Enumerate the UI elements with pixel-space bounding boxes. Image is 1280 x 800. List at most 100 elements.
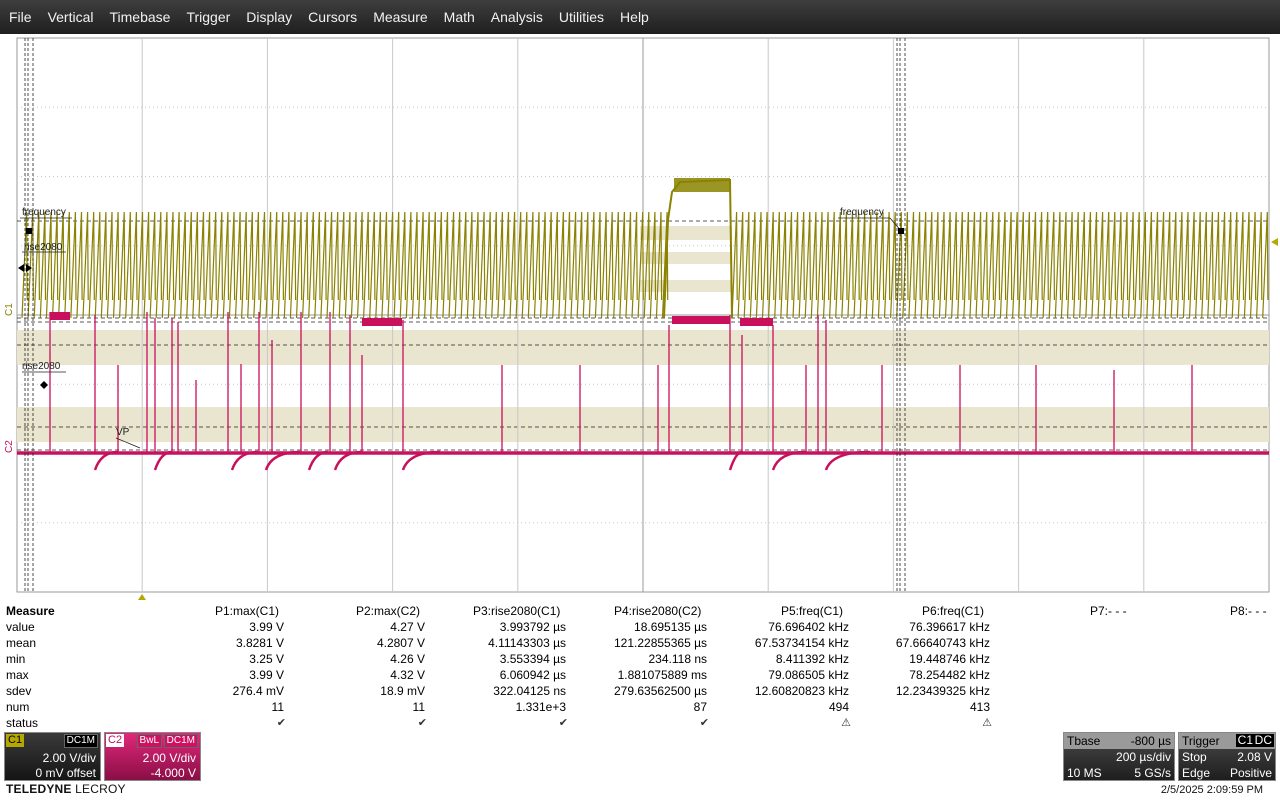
measure-value: 3.8281 V (235, 636, 284, 650)
menu-bar: File Vertical Timebase Trigger Display C… (0, 0, 1280, 34)
measure-value: 12.60820823 kHz (754, 684, 849, 698)
c2-bwl-badge: BwL (136, 734, 162, 748)
tbase-label: Tbase (1067, 734, 1101, 748)
param-header[interactable]: P2:max(C2) (356, 603, 420, 619)
rise-label-left: rise2080 (22, 361, 61, 372)
c2-coupling: DC1M (163, 734, 198, 748)
row-label: max (6, 668, 29, 682)
measure-value: 4.2807 V (376, 636, 425, 650)
row-label: status (6, 716, 39, 730)
measure-value: 234.118 ns (648, 652, 708, 666)
menu-trigger[interactable]: Trigger (178, 0, 238, 34)
measure-value: 1.331e+3 (515, 700, 566, 714)
vp-label: VP (116, 427, 130, 438)
trigger-label: Trigger (1182, 734, 1220, 748)
status-bar: C1 DC1M 2.00 V/div 0 mV offset C2 BwL DC… (0, 731, 1280, 800)
row-label: num (6, 700, 30, 714)
measure-value: 87 (693, 700, 707, 714)
measure-row-min: min 3.25 V 4.26 V 3.553394 µs 234.118 ns 8.41… (0, 651, 1280, 667)
measure-value: 79.086505 kHz (768, 668, 849, 682)
measure-value: 3.553394 µs (499, 652, 566, 666)
param-header[interactable]: P4:rise2080(C2) (614, 603, 701, 619)
trigger-level-icon[interactable] (1271, 238, 1278, 246)
timestamp: 2/5/2025 2:09:59 PM (1160, 784, 1263, 796)
measure-value: 67.66640743 kHz (895, 636, 990, 650)
trigger-type: Edge (1182, 766, 1211, 780)
param-header[interactable]: P5:freq(C1) (781, 603, 843, 619)
measure-row-sdev: sdev 276.4 mV 18.9 mV 322.04125 ns 279.63562… (0, 683, 1280, 699)
measure-value: 1.881075889 ms (617, 668, 707, 682)
row-label: mean (6, 636, 37, 650)
measure-value: 18.9 mV (380, 684, 425, 698)
row-label: min (6, 652, 26, 666)
tbase-rate: 5 GS/s (1134, 766, 1171, 780)
menu-analysis[interactable]: Analysis (483, 0, 551, 34)
trigger-slope: Positive (1229, 766, 1272, 780)
status-icon: ⚠ (841, 717, 851, 729)
measure-value: 4.11143303 µs (488, 636, 566, 650)
measure-header-row: Measure P1:max(C1) P2:max(C2) P3:rise208… (0, 603, 1280, 619)
measure-row-status: status ✔ ✔ ✔ ✔ ⚠ ⚠ (0, 715, 1280, 731)
measure-value: 3.99 V (249, 668, 284, 682)
measure-value: 4.27 V (390, 620, 425, 634)
c1-vdiv: 2.00 V/div (42, 751, 96, 765)
measure-table: Measure P1:max(C1) P2:max(C2) P3:rise208… (0, 603, 1280, 731)
brand-bold: TELEDYNE (6, 782, 72, 796)
tbase-samples: 10 MS (1067, 766, 1102, 780)
measure-row-num: num 11 11 1.331e+3 87 494 413 (0, 699, 1280, 715)
menu-cursors[interactable]: Cursors (300, 0, 365, 34)
c1-marker: C1 (4, 303, 15, 316)
measure-value: 67.53734154 kHz (754, 636, 849, 650)
measure-value: 3.25 V (249, 652, 284, 666)
brand-normal: LECROY (71, 782, 126, 796)
trigger-coupling: DC (1252, 733, 1274, 747)
c1-coupling: DC1M (63, 734, 98, 748)
status-icon: ✔ (558, 717, 568, 729)
menu-utilities[interactable]: Utilities (551, 0, 612, 34)
status-icon: ✔ (417, 717, 427, 729)
param-header[interactable]: P3:rise2080(C1) (473, 603, 560, 619)
freq-label-left: frequency (22, 207, 66, 218)
brand-logo: TELEDYNE LECROY (6, 782, 126, 796)
measure-value: 413 (969, 700, 990, 714)
measure-value: 121.22855365 µs (614, 636, 707, 650)
menu-file[interactable]: File (0, 0, 40, 34)
menu-vertical[interactable]: Vertical (40, 0, 102, 34)
menu-math[interactable]: Math (436, 0, 483, 34)
measure-row-value: value 3.99 V 4.27 V 3.993792 µs 18.695135 µs… (0, 619, 1280, 635)
measure-value: 11 (412, 700, 425, 714)
row-label: value (6, 620, 35, 634)
measure-value: 11 (271, 700, 284, 714)
param-header[interactable]: P6:freq(C1) (922, 603, 984, 619)
measure-value: 6.060942 µs (499, 668, 566, 682)
measure-value: 494 (828, 700, 849, 714)
c1-tag: C1 (6, 734, 25, 747)
rise-label-top: rise2080 (24, 242, 63, 253)
status-icon: ⚠ (982, 717, 992, 729)
tbase-delay: -800 µs (1130, 734, 1171, 748)
waveform-display[interactable]: frequency rise2080 rise2080 VP frequency… (0, 34, 1280, 600)
measure-value: 8.411392 kHz (775, 652, 849, 666)
menu-measure[interactable]: Measure (365, 0, 435, 34)
c2-marker: C2 (4, 440, 15, 453)
measure-value: 3.99 V (249, 620, 284, 634)
trigger-level: 2.08 V (1237, 750, 1272, 764)
c1-descriptor[interactable]: C1 DC1M 2.00 V/div 0 mV offset (4, 732, 101, 781)
param-header[interactable]: P1:max(C1) (215, 603, 279, 619)
waveform-grid[interactable]: frequency rise2080 rise2080 VP frequency… (0, 34, 1280, 600)
measure-title: Measure (6, 604, 55, 618)
measure-value: 3.993792 µs (499, 620, 566, 634)
c2-offset: -4.000 V (150, 766, 196, 780)
measure-row-mean: mean 3.8281 V 4.2807 V 4.11143303 µs 121.228… (0, 635, 1280, 651)
timebase-descriptor[interactable]: Tbase -800 µs 200 µs/div 10 MS 5 GS/s (1063, 732, 1175, 781)
param-header[interactable]: P8:- - - (1230, 603, 1267, 619)
measure-row-max: max 3.99 V 4.32 V 6.060942 µs 1.881075889 ms… (0, 667, 1280, 683)
c2-vdiv: 2.00 V/div (142, 751, 196, 765)
menu-display[interactable]: Display (238, 0, 300, 34)
param-header[interactable]: P7:- - - (1090, 603, 1127, 619)
menu-timebase[interactable]: Timebase (101, 0, 178, 34)
trigger-position-icon[interactable] (138, 594, 146, 600)
menu-help[interactable]: Help (612, 0, 657, 34)
c2-descriptor[interactable]: C2 BwL DC1M 2.00 V/div -4.000 V (104, 732, 201, 781)
trigger-descriptor[interactable]: Trigger C1 DC Stop 2.08 V Edge Positive (1178, 732, 1276, 781)
